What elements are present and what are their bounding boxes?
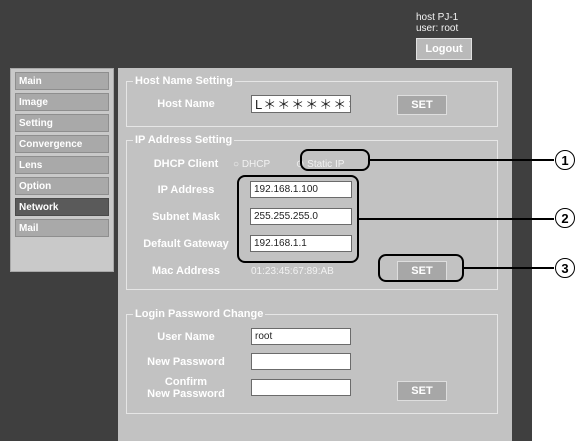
user-name-input[interactable]: root bbox=[251, 328, 351, 345]
callout-1-outline bbox=[300, 149, 370, 171]
sidebar-item-convergence[interactable]: Convergence bbox=[15, 135, 109, 153]
radio-unselected-icon: ○ bbox=[233, 159, 240, 170]
user-line: user: root bbox=[416, 23, 459, 34]
dhcp-radio-label: DHCP bbox=[241, 159, 271, 170]
sidebar: Main Image Setting Convergence Lens Opti… bbox=[10, 68, 114, 272]
user-name-label: User Name bbox=[157, 331, 215, 343]
header-info: host PJ-1 user: root bbox=[416, 12, 458, 34]
default-gateway-label: Default Gateway bbox=[143, 238, 229, 250]
ip-address-legend: IP Address Setting bbox=[133, 134, 235, 146]
callout-1-leader bbox=[370, 159, 554, 161]
host-name-set-button[interactable]: SET bbox=[397, 95, 447, 115]
callout-2-outline bbox=[237, 175, 359, 263]
mac-address-label: Mac Address bbox=[151, 265, 221, 277]
confirm-label-line1: Confirm bbox=[164, 376, 208, 388]
sidebar-item-image[interactable]: Image bbox=[15, 93, 109, 111]
callout-2-marker: 2 bbox=[555, 208, 575, 228]
subnet-mask-label: Subnet Mask bbox=[152, 211, 220, 223]
sidebar-item-main[interactable]: Main bbox=[15, 72, 109, 90]
host-name-label: Host Name bbox=[157, 98, 215, 110]
callout-3-leader bbox=[464, 267, 554, 269]
ip-address-label: IP Address bbox=[157, 184, 215, 196]
confirm-password-input[interactable] bbox=[251, 379, 351, 396]
callout-3-outline bbox=[378, 254, 464, 282]
dhcp-radio[interactable]: ○ DHCP bbox=[233, 159, 270, 170]
sidebar-item-option[interactable]: Option bbox=[15, 177, 109, 195]
host-name-input[interactable]: L＊＊＊＊＊＊＊ bbox=[251, 95, 351, 113]
callout-1-marker: 1 bbox=[555, 150, 575, 170]
sidebar-item-network[interactable]: Network bbox=[15, 198, 109, 216]
logout-button[interactable]: Logout bbox=[416, 38, 472, 60]
password-set-button[interactable]: SET bbox=[397, 381, 447, 401]
callout-2-leader bbox=[359, 218, 554, 220]
login-password-section: Login Password Change User Name root New… bbox=[126, 308, 498, 414]
confirm-label-line2: New Password bbox=[147, 388, 225, 400]
host-name-section: Host Name Setting Host Name L＊＊＊＊＊＊＊ SET bbox=[126, 75, 498, 127]
host-line: host PJ-1 bbox=[416, 12, 459, 23]
sidebar-item-setting[interactable]: Setting bbox=[15, 114, 109, 132]
confirm-password-label: Confirm New Password bbox=[131, 376, 241, 400]
dhcp-client-label: DHCP Client bbox=[153, 158, 219, 170]
callout-3-marker: 3 bbox=[555, 258, 575, 278]
mac-address-value: 01:23:45:67:89:AB bbox=[251, 266, 334, 277]
host-name-legend: Host Name Setting bbox=[133, 75, 235, 87]
login-password-legend: Login Password Change bbox=[133, 308, 266, 320]
new-password-label: New Password bbox=[147, 356, 225, 368]
sidebar-item-mail[interactable]: Mail bbox=[15, 219, 109, 237]
new-password-input[interactable] bbox=[251, 353, 351, 370]
sidebar-item-lens[interactable]: Lens bbox=[15, 156, 109, 174]
